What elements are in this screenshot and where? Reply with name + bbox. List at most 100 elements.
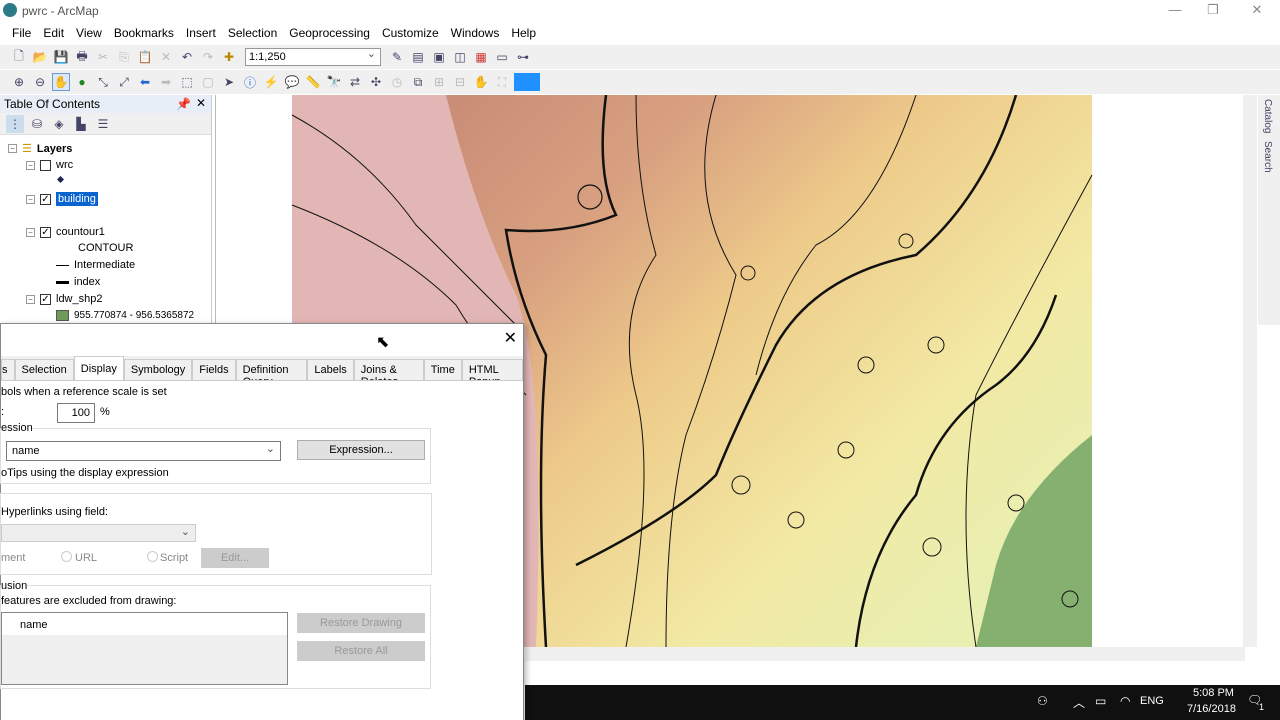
menu-bookmarks[interactable]: Bookmarks [108,22,180,44]
tab-labels[interactable]: Labels [307,359,354,381]
menu-edit[interactable]: Edit [37,22,70,44]
dialog-titlebar[interactable]: ✕ [1,324,523,356]
layout-tools-icon[interactable]: ⊞ [430,73,448,91]
zoom-in-icon[interactable]: ⊕ [10,73,28,91]
layer-wrc[interactable]: wrc [56,159,73,171]
viewer-window-icon[interactable]: ⧉ [409,73,427,91]
tab-source[interactable]: s [1,359,15,381]
layer-checkbox-building[interactable]: ✓ [40,193,51,205]
forward-icon[interactable]: ➡ [157,73,175,91]
menu-help[interactable]: Help [505,22,542,44]
time-slider-icon[interactable]: ◷ [388,73,406,91]
collapse-icon[interactable]: − [26,160,35,170]
menu-insert[interactable]: Insert [180,22,222,44]
redo-icon[interactable]: ↷ [199,48,217,66]
layout-zoom-icon[interactable]: ⊟ [451,73,469,91]
list-by-drawing-order-icon[interactable]: ⋮ [6,115,24,133]
horizontal-scrollbar[interactable] [525,647,1245,661]
tab-display[interactable]: Display [73,356,124,381]
tab-fields[interactable]: Fields [192,359,236,381]
map-scale-dropdown[interactable]: 1:1,250 [245,47,381,66]
add-data-icon[interactable]: ✚ [220,48,238,66]
fixed-zoom-out-icon[interactable]: ⤢ [115,73,133,91]
tab-html-popup[interactable]: HTML Popup [461,359,523,388]
tab-selection[interactable]: Selection [14,359,74,381]
collapse-icon[interactable]: − [26,294,35,304]
layer-checkbox-ldw-shp2[interactable]: ✓ [40,293,51,305]
clear-selection-icon[interactable]: ▢ [199,73,217,91]
wifi-icon[interactable]: ◠ [1120,694,1130,708]
new-icon[interactable]: 🗋 [10,48,28,66]
menu-customize[interactable]: Customize [376,22,445,44]
catalog-tab[interactable]: Catalog [1258,95,1277,137]
toc-close-icon[interactable]: ✕ [196,96,206,110]
collapse-icon[interactable]: − [26,227,35,237]
url-radio[interactable] [61,551,72,562]
display-field-dropdown[interactable]: name [6,441,281,461]
paste-icon[interactable]: 📋 [136,48,154,66]
copy-icon[interactable]: ⎘ [115,48,133,66]
menu-view[interactable]: View [70,22,108,44]
menu-selection[interactable]: Selection [222,22,283,44]
modelbuilder-icon[interactable]: ⊶ [514,48,532,66]
select-elements-icon[interactable]: ➤ [220,73,238,91]
people-icon[interactable]: ⚇ [1037,694,1048,708]
find-route-icon[interactable]: ⇄ [346,73,364,91]
pan-icon[interactable]: ✋ [52,73,70,91]
edit-button[interactable]: Edit... [201,548,269,568]
delete-icon[interactable]: ✕ [157,48,175,66]
find-icon[interactable]: 🔭 [325,73,343,91]
search-window-icon[interactable]: ◫ [451,48,469,66]
goto-xy-icon[interactable]: ✣ [367,73,385,91]
layer-countour1[interactable]: countour1 [56,226,105,238]
clock-date[interactable]: 7/16/2018 [1187,703,1236,715]
select-features-icon[interactable]: ⬚ [178,73,196,91]
color-swatch-icon[interactable] [514,73,540,91]
open-icon[interactable]: 📂 [31,48,49,66]
html-popup-icon[interactable]: 💬 [283,73,301,91]
tab-symbology[interactable]: Symbology [123,359,193,381]
hyperlink-icon[interactable]: ⚡ [262,73,280,91]
hyperlink-field-dropdown[interactable] [1,524,196,542]
layout-full-icon[interactable]: ⛶ [493,73,511,91]
full-extent-icon[interactable]: ● [73,73,91,91]
tab-joins-relates[interactable]: Joins & Relates [353,359,424,388]
fixed-zoom-in-icon[interactable]: ⤡ [94,73,112,91]
script-radio[interactable] [147,551,158,562]
restore-drawing-button[interactable]: Restore Drawing [297,613,425,633]
search-tab[interactable]: Search [1258,137,1277,177]
identify-icon[interactable]: ⓘ [241,73,259,91]
tab-time[interactable]: Time [423,359,462,381]
python-icon[interactable]: ▭ [493,48,511,66]
pin-icon[interactable]: 📌 [176,97,191,111]
layout-pan-icon[interactable]: ✋ [472,73,490,91]
measure-icon[interactable]: 📏 [304,73,322,91]
arctoolbox-icon[interactable]: ▦ [472,48,490,66]
collapse-icon[interactable]: − [26,194,35,204]
list-column-name[interactable]: name [20,619,48,631]
zoom-out-icon[interactable]: ⊖ [31,73,49,91]
layer-ldw-shp2[interactable]: ldw_shp2 [56,293,102,305]
cut-icon[interactable]: ✂ [94,48,112,66]
language-indicator[interactable]: ENG [1140,695,1164,707]
clock-time[interactable]: 5:08 PM [1193,687,1234,699]
save-icon[interactable]: 💾 [52,48,70,66]
list-by-visibility-icon[interactable]: ◈ [50,115,68,133]
battery-icon[interactable]: ▭ [1095,694,1106,708]
dialog-close-icon[interactable]: ✕ [504,328,517,348]
toc-window-icon[interactable]: ▤ [409,48,427,66]
restore-button[interactable]: ❐ [1198,2,1228,20]
menu-file[interactable]: File [6,22,37,44]
undo-icon[interactable]: ↶ [178,48,196,66]
menu-windows[interactable]: Windows [445,22,506,44]
show-hidden-icons-icon[interactable]: ︿ [1073,694,1085,711]
layers-root[interactable]: Layers [37,143,72,155]
vertical-scrollbar[interactable] [1243,95,1257,647]
reference-scale-input[interactable] [57,403,95,423]
tab-definition-query[interactable]: Definition Query [235,359,308,388]
list-by-selection-icon[interactable]: ▙ [72,115,90,133]
catalog-window-icon[interactable]: ▣ [430,48,448,66]
print-icon[interactable]: 🖶 [73,48,91,66]
list-by-source-icon[interactable]: ⛁ [28,115,46,133]
restore-all-button[interactable]: Restore All [297,641,425,661]
